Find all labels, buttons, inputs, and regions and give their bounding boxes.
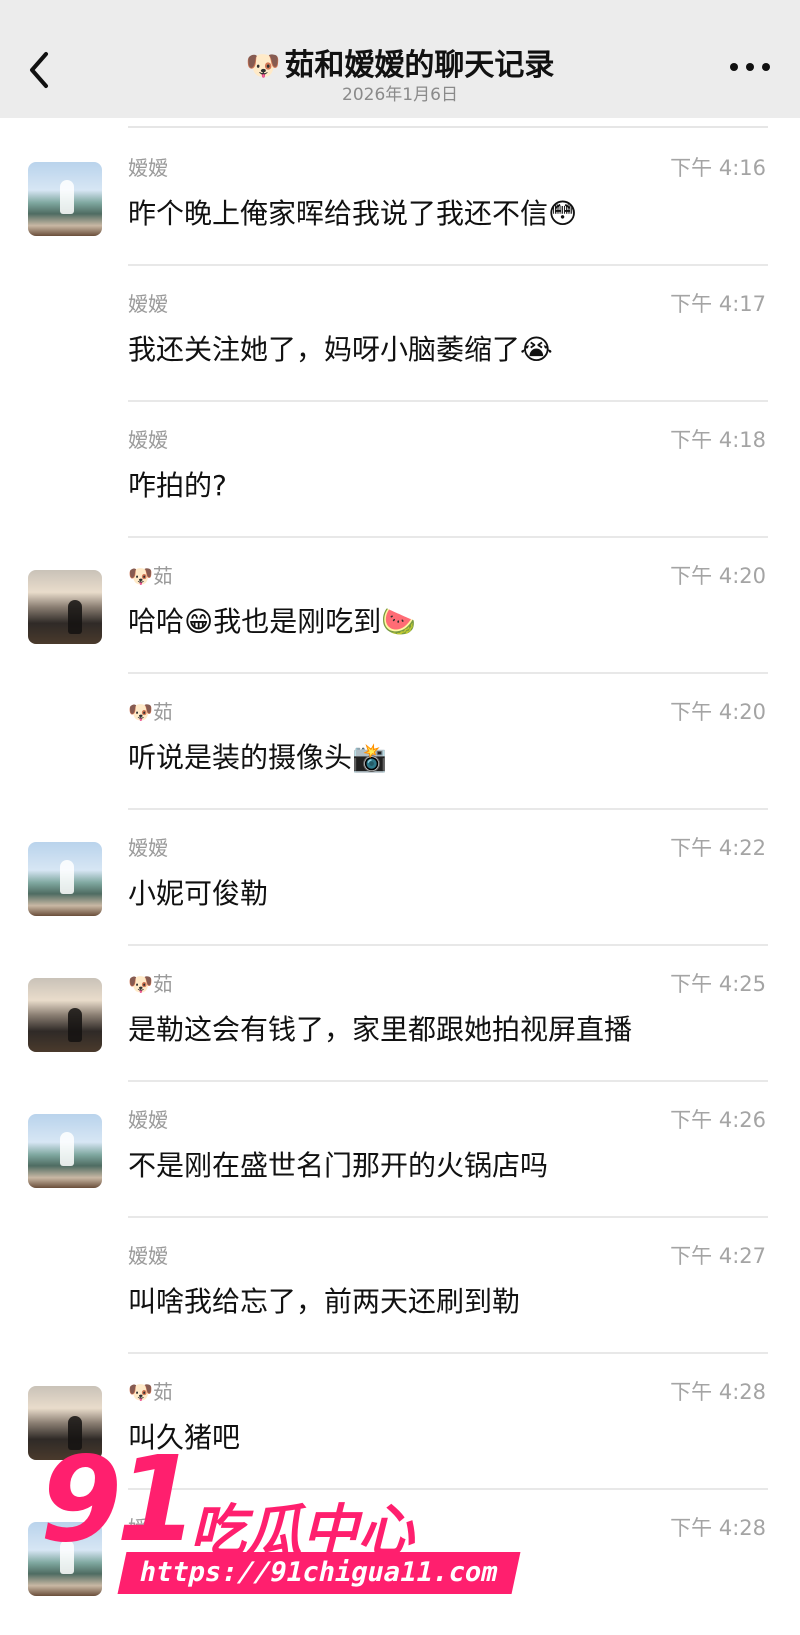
message-text: 不是刚在盛世名门那开的火锅店吗 — [128, 1149, 549, 1182]
top-divider — [128, 126, 768, 128]
message-sender: 嫒嫒 — [128, 156, 168, 180]
message-time: 下午 4:28 — [670, 1516, 766, 1540]
message-sender: 嫒嫒 — [128, 1244, 168, 1268]
chat-message[interactable]: 🐶茹 下午 4:20 听说是装的摄像头📸 — [0, 674, 800, 810]
avatar-figure — [68, 1008, 82, 1042]
message-sender: 嫒嫒 — [128, 836, 168, 860]
chat-message[interactable]: 嫒嫒 下午 4:27 叫啥我给忘了，前两天还刷到勒 — [0, 1218, 800, 1354]
dot — [730, 63, 738, 71]
watermark-url: https://91chigua11.com — [117, 1552, 521, 1594]
chat-message[interactable]: 嫒嫒 下午 4:26 不是刚在盛世名门那开的火锅店吗 — [0, 1082, 800, 1218]
page-title-text: 茹和嫒嫒的聊天记录 — [284, 48, 555, 83]
avatar-figure — [60, 1132, 74, 1166]
message-time: 下午 4:22 — [670, 836, 766, 860]
chat-message[interactable]: 嫒嫒 下午 4:18 咋拍的? — [0, 402, 800, 538]
message-text: 我还关注她了，妈呀小脑萎缩了😭 — [128, 333, 553, 366]
message-time: 下午 4:25 — [670, 972, 766, 996]
message-text: 哈哈😁我也是刚吃到🍉 — [128, 605, 417, 638]
message-time: 下午 4:18 — [670, 428, 766, 452]
message-text: 听说是装的摄像头📸 — [128, 741, 387, 774]
message-time: 下午 4:20 — [670, 700, 766, 724]
message-text: 昨个晚上俺家晖给我说了我还不信😳 — [128, 197, 578, 230]
message-text: 叫啥我给忘了，前两天还刷到勒 — [128, 1285, 521, 1318]
avatar[interactable] — [28, 570, 102, 644]
avatar[interactable] — [28, 842, 102, 916]
avatar-figure — [60, 860, 74, 894]
page-title: 🐶 茹和嫒嫒的聊天记录 — [0, 40, 800, 84]
message-text: 小妮可俊勒 — [128, 877, 269, 910]
watermark-number: 91 — [40, 1430, 198, 1568]
more-dots-icon[interactable] — [730, 60, 770, 74]
message-sender: 嫒嫒 — [128, 292, 168, 316]
message-text: 咋拍的? — [128, 469, 227, 502]
message-sender: 🐶茹 — [128, 700, 173, 724]
message-sender: 🐶茹 — [128, 1380, 173, 1404]
avatar-figure — [60, 180, 74, 214]
message-time: 下午 4:20 — [670, 564, 766, 588]
message-time: 下午 4:26 — [670, 1108, 766, 1132]
avatar-figure — [68, 600, 82, 634]
message-sender: 🐶茹 — [128, 972, 173, 996]
avatar[interactable] — [28, 1114, 102, 1188]
chat-message[interactable]: 嫒嫒 下午 4:17 我还关注她了，妈呀小脑萎缩了😭 — [0, 266, 800, 402]
message-sender: 嫒嫒 — [128, 1108, 168, 1132]
message-time: 下午 4:16 — [670, 156, 766, 180]
dot — [746, 63, 754, 71]
chat-record-header: 🐶 茹和嫒嫒的聊天记录 2026年1月6日 — [0, 0, 800, 118]
chat-message[interactable]: 嫒嫒 下午 4:22 小妮可俊勒 — [0, 810, 800, 946]
message-sender: 嫒嫒 — [128, 428, 168, 452]
avatar[interactable] — [28, 978, 102, 1052]
page-date: 2026年1月6日 — [342, 85, 458, 105]
dog-emoji-icon: 🐶 — [245, 49, 281, 82]
message-time: 下午 4:27 — [670, 1244, 766, 1268]
message-text: 是勒这会有钱了，家里都跟她拍视屏直播 — [128, 1013, 633, 1046]
chat-message[interactable]: 🐶茹 下午 4:25 是勒这会有钱了，家里都跟她拍视屏直播 — [0, 946, 800, 1082]
site-watermark-logo: 91 吃瓜中心 https://91chigua11.com — [40, 1430, 521, 1600]
dot — [762, 63, 770, 71]
message-sender: 🐶茹 — [128, 564, 173, 588]
message-time: 下午 4:17 — [670, 292, 766, 316]
chat-message[interactable]: 🐶茹 下午 4:20 哈哈😁我也是刚吃到🍉 — [0, 538, 800, 674]
chat-message[interactable]: 嫒嫒 下午 4:16 昨个晚上俺家晖给我说了我还不信😳 — [0, 130, 800, 266]
message-time: 下午 4:28 — [670, 1380, 766, 1404]
avatar[interactable] — [28, 162, 102, 236]
